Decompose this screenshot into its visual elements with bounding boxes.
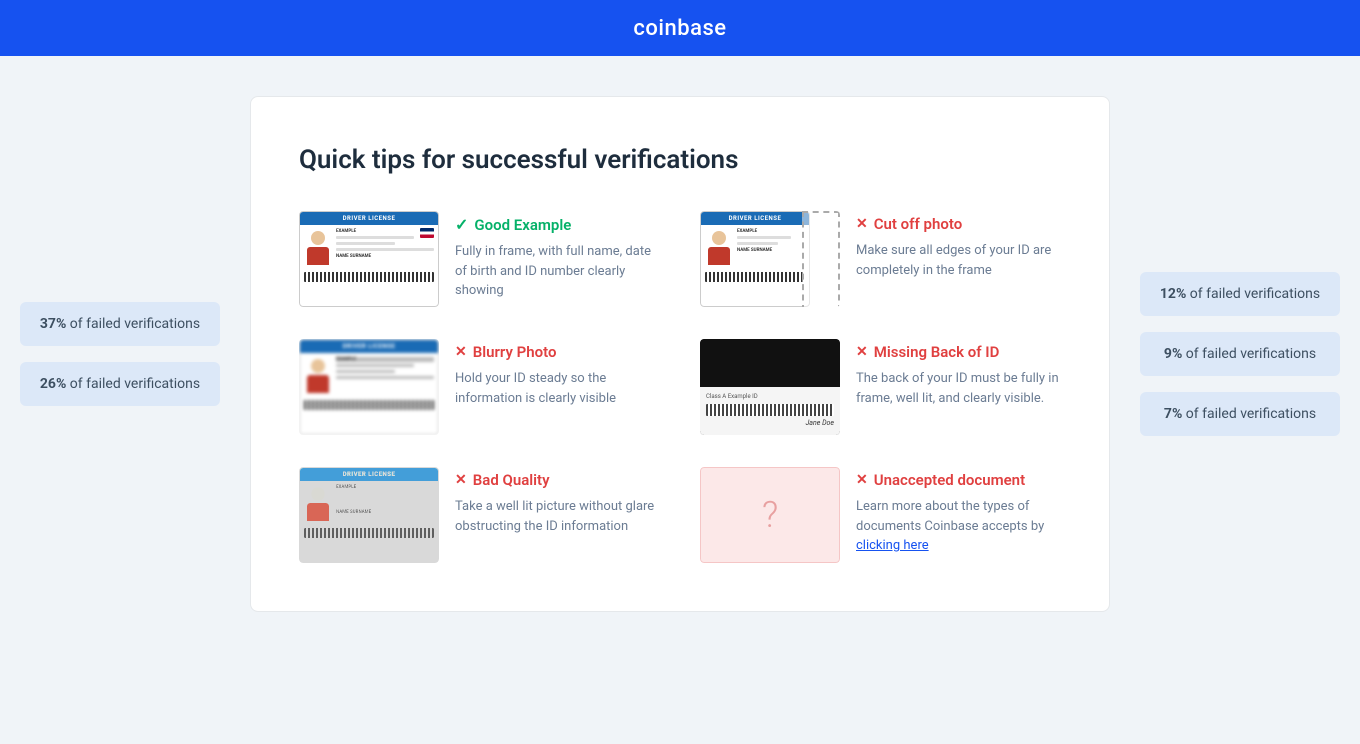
tip-blurry: DRIVER LICENSE EXAMPLE bbox=[299, 339, 660, 435]
tip-title-back: Missing Back of ID bbox=[874, 343, 1000, 361]
tip-image-unaccepted: ? bbox=[700, 467, 840, 563]
tip-cut-off: DRIVER LICENSE EXAMPLE bbox=[700, 211, 1061, 307]
tip-label-bad: ✕ Bad Quality bbox=[455, 471, 660, 489]
tip-label-good: ✓ Good Example bbox=[455, 215, 660, 234]
x-icon-back: ✕ bbox=[856, 344, 868, 360]
left-badge-2-percent: 26% bbox=[40, 376, 66, 392]
x-icon-blurry: ✕ bbox=[455, 344, 467, 360]
right-badges: 12% of failed verifications 9% of failed… bbox=[1140, 272, 1340, 436]
right-badge-2: 9% of failed verifications bbox=[1140, 332, 1340, 376]
tip-title-bad: Bad Quality bbox=[473, 471, 550, 489]
right-badge-2-percent: 9% bbox=[1164, 346, 1182, 362]
tip-unaccepted: ? ✕ Unaccepted document Learn more about… bbox=[700, 467, 1061, 563]
right-badge-3: 7% of failed verifications bbox=[1140, 392, 1340, 436]
tip-good-example: DRIVER LICENSE EXAMPLE NA bbox=[299, 211, 660, 307]
tip-title-cutoff: Cut off photo bbox=[874, 215, 962, 233]
right-badge-1: 12% of failed verifications bbox=[1140, 272, 1340, 316]
tip-desc-unaccepted: Learn more about the types of documents … bbox=[856, 497, 1061, 556]
left-badge-1: 37% of failed verifications bbox=[20, 302, 220, 346]
right-badge-3-percent: 7% bbox=[1164, 406, 1182, 422]
right-badge-2-label: of failed verifications bbox=[1186, 346, 1316, 362]
tip-desc-blurry: Hold your ID steady so the information i… bbox=[455, 369, 660, 408]
tip-content-blurry: ✕ Blurry Photo Hold your ID steady so th… bbox=[455, 339, 660, 408]
tip-image-bad: DRIVER LICENSE EXAMPLE NA bbox=[299, 467, 439, 563]
tip-image-back: Class A Example ID Jane Doe bbox=[700, 339, 840, 435]
question-mark-icon: ? bbox=[762, 494, 778, 536]
left-badge-1-label: of failed verifications bbox=[70, 316, 200, 332]
tip-desc-cutoff: Make sure all edges of your ID are compl… bbox=[856, 241, 1061, 280]
tip-desc-back: The back of your ID must be fully in fra… bbox=[856, 369, 1061, 408]
left-badges: 37% of failed verifications 26% of faile… bbox=[20, 302, 220, 406]
clicking-here-link[interactable]: clicking here bbox=[856, 538, 929, 553]
header: coinbase bbox=[0, 0, 1360, 56]
right-badge-1-label: of failed verifications bbox=[1190, 286, 1320, 302]
check-icon: ✓ bbox=[455, 215, 468, 234]
x-icon-bad: ✕ bbox=[455, 472, 467, 488]
tip-missing-back: Class A Example ID Jane Doe ✕ Missing Ba… bbox=[700, 339, 1061, 435]
tip-label-unaccepted: ✕ Unaccepted document bbox=[856, 471, 1061, 489]
tips-grid: DRIVER LICENSE EXAMPLE NA bbox=[299, 211, 1061, 563]
left-badge-2: 26% of failed verifications bbox=[20, 362, 220, 406]
tip-image-good: DRIVER LICENSE EXAMPLE NA bbox=[299, 211, 439, 307]
tip-bad-quality: DRIVER LICENSE EXAMPLE NA bbox=[299, 467, 660, 563]
tip-desc-bad: Take a well lit picture without glare ob… bbox=[455, 497, 660, 536]
left-badge-2-label: of failed verifications bbox=[70, 376, 200, 392]
tip-label-blurry: ✕ Blurry Photo bbox=[455, 343, 660, 361]
tip-content-back: ✕ Missing Back of ID The back of your ID… bbox=[856, 339, 1061, 408]
tip-title-unaccepted: Unaccepted document bbox=[874, 471, 1025, 489]
x-icon-cutoff: ✕ bbox=[856, 216, 868, 232]
left-badge-1-percent: 37% bbox=[40, 316, 66, 332]
page-wrapper: 37% of failed verifications 26% of faile… bbox=[0, 56, 1360, 652]
tip-content-unaccepted: ✕ Unaccepted document Learn more about t… bbox=[856, 467, 1061, 556]
tip-label-cutoff: ✕ Cut off photo bbox=[856, 215, 1061, 233]
tip-content-good: ✓ Good Example Fully in frame, with full… bbox=[455, 211, 660, 301]
tip-image-cutoff: DRIVER LICENSE EXAMPLE bbox=[700, 211, 840, 307]
main-card: Quick tips for successful verifications … bbox=[250, 96, 1110, 612]
tip-image-blurry: DRIVER LICENSE EXAMPLE bbox=[299, 339, 439, 435]
x-icon-unaccepted: ✕ bbox=[856, 472, 868, 488]
tip-title-blurry: Blurry Photo bbox=[473, 343, 557, 361]
tip-content-bad: ✕ Bad Quality Take a well lit picture wi… bbox=[455, 467, 660, 536]
tip-desc-good: Fully in frame, with full name, date of … bbox=[455, 242, 660, 301]
page-title: Quick tips for successful verifications bbox=[299, 145, 1061, 175]
tip-label-back: ✕ Missing Back of ID bbox=[856, 343, 1061, 361]
right-badge-1-percent: 12% bbox=[1160, 286, 1186, 302]
tip-content-cutoff: ✕ Cut off photo Make sure all edges of y… bbox=[856, 211, 1061, 280]
right-badge-3-label: of failed verifications bbox=[1186, 406, 1316, 422]
tip-title-good: Good Example bbox=[474, 216, 571, 234]
coinbase-logo: coinbase bbox=[633, 16, 726, 41]
